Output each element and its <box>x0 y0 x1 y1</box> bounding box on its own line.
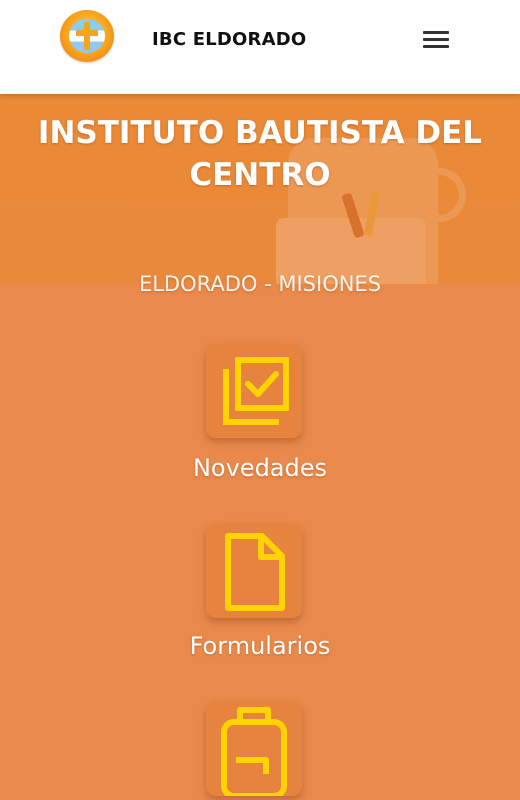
institute-title-line-2: CENTRO <box>189 157 331 193</box>
document-icon <box>225 533 285 611</box>
menu-item-label: Formularios <box>189 632 331 660</box>
top-app-bar: IBC ELDORADO <box>0 0 520 94</box>
menu-item-formularios[interactable]: Formularios <box>0 524 520 670</box>
hero-banner: INSTITUTO BAUTISTA DEL CENTRO <box>0 94 520 284</box>
menu-line <box>423 38 449 41</box>
institute-title: INSTITUTO BAUTISTA DEL CENTRO <box>20 112 500 196</box>
backpack-icon-box <box>206 702 302 796</box>
school-logo-icon[interactable] <box>60 10 114 62</box>
logo-flag-emblem <box>69 19 105 53</box>
novedades-icon-box <box>206 344 302 438</box>
menu-line <box>423 31 449 34</box>
checked-stack-icon <box>223 357 289 425</box>
institute-title-line-1: INSTITUTO BAUTISTA DEL <box>37 115 483 151</box>
menu-line <box>423 45 449 48</box>
formularios-icon-box <box>206 524 302 618</box>
menu-item-label: Novedades <box>192 454 328 482</box>
hamburger-menu-icon[interactable] <box>418 26 454 52</box>
location-subtitle: ELDORADO - MISIONES <box>138 272 382 296</box>
menu-item-backpack[interactable] <box>0 702 520 800</box>
menu-item-novedades[interactable]: Novedades <box>0 344 520 490</box>
logo-cross-horizontal <box>76 30 98 36</box>
app-brand-title[interactable]: IBC ELDORADO <box>152 29 306 50</box>
backpack-icon <box>221 707 287 796</box>
logo-cross-vertical <box>84 22 90 50</box>
